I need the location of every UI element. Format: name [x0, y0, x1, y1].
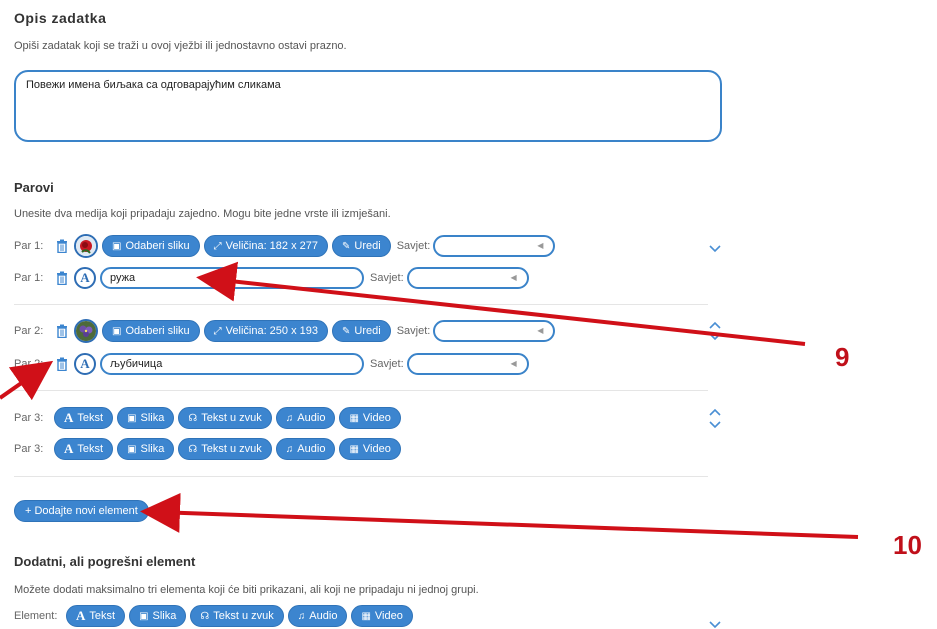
arrow-9	[196, 261, 806, 346]
callout-9: 9	[835, 342, 850, 372]
callout-10: 10	[893, 530, 922, 560]
arrow-10	[140, 492, 859, 539]
arrow-left	[0, 360, 54, 401]
annotation-arrows	[0, 261, 859, 539]
